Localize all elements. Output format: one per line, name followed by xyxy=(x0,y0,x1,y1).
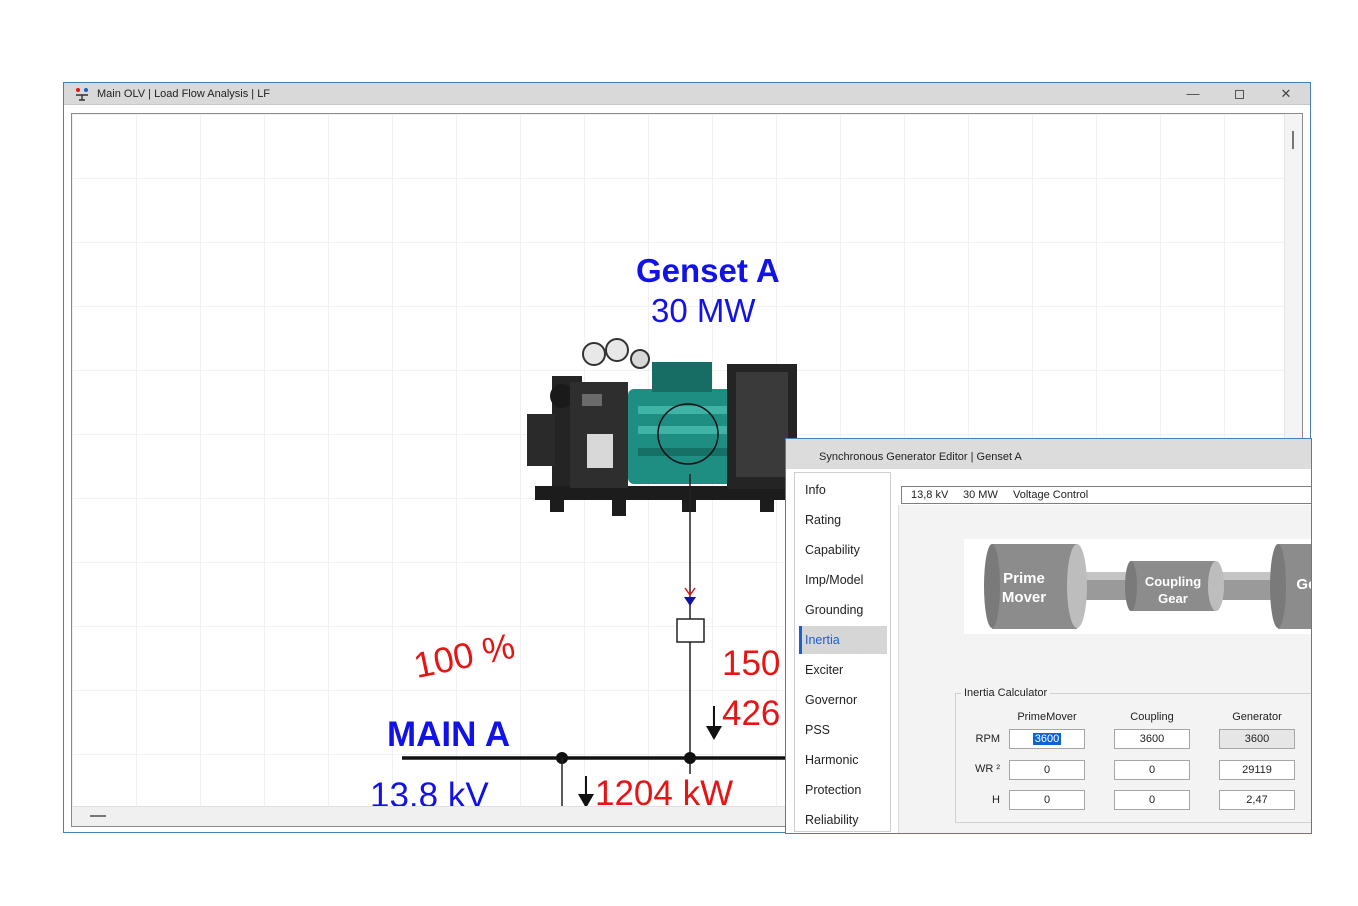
coupling-h-input[interactable]: 0 xyxy=(1114,790,1190,810)
nav-item-rating[interactable]: Rating xyxy=(799,506,887,534)
main-window-title: Main OLV | Load Flow Analysis | LF xyxy=(97,88,271,100)
nav-item-grounding[interactable]: Grounding xyxy=(799,596,887,624)
close-button[interactable]: ✕ xyxy=(1263,83,1309,105)
power-flow-value: 150 xyxy=(722,644,781,683)
coupling-wr2-input[interactable]: 0 xyxy=(1114,760,1190,780)
power-flow-value: 426 xyxy=(722,694,781,733)
editor-page-list: Info Rating Capability Imp/Model Grounding In… xyxy=(794,472,891,832)
bus-voltage-label: 13.8 kV xyxy=(370,776,489,808)
maximize-button[interactable] xyxy=(1216,83,1262,105)
info-control-mode: Voltage Control xyxy=(1013,489,1089,501)
coupling-label: Coupling Gear xyxy=(1144,574,1202,606)
desktop: Main OLV | Load Flow Analysis | LF — ✕ G… xyxy=(0,0,1358,906)
info-voltage: 13,8 kV xyxy=(911,489,949,501)
generator-breaker[interactable] xyxy=(676,618,705,643)
nav-item-capability[interactable]: Capability xyxy=(799,536,887,564)
generator-rpm-field: 3600 xyxy=(1219,729,1295,749)
main-title-bar[interactable]: Main OLV | Load Flow Analysis | LF — ✕ xyxy=(64,83,1310,105)
generator-wr2-input[interactable]: 29119 xyxy=(1219,760,1295,780)
prime-mover-rpm-input[interactable]: 3600 xyxy=(1009,729,1085,749)
scroll-thumb[interactable] xyxy=(1292,131,1294,149)
nav-item-governor[interactable]: Governor xyxy=(799,686,887,714)
genset-name-label[interactable]: Genset A xyxy=(636,252,780,290)
generator-editor-window: Synchronous Generator Editor | Genset A … xyxy=(785,438,1312,834)
prime-mover-h-input[interactable]: 0 xyxy=(1009,790,1085,810)
row-label-rpm: RPM xyxy=(975,733,1000,745)
nav-item-reliability[interactable]: Reliability xyxy=(799,806,887,833)
genset-rating-label: 30 MW xyxy=(651,292,756,329)
app-logo-icon xyxy=(76,88,88,101)
nav-item-protection[interactable]: Protection xyxy=(799,776,887,804)
info-power: 30 MW xyxy=(963,489,998,501)
inertia-calculator-legend: Inertia Calculator xyxy=(961,687,1051,699)
editor-title-bar[interactable]: Synchronous Generator Editor | Genset A xyxy=(786,439,1311,469)
editor-window-title: Synchronous Generator Editor | Genset A xyxy=(819,451,1022,463)
prime-mover-wr2-input[interactable]: 0 xyxy=(1009,760,1085,780)
scroll-thumb[interactable] xyxy=(90,815,106,817)
row-label-wr2: WR ² xyxy=(974,763,1000,775)
nav-item-harmonic[interactable]: Harmonic xyxy=(799,746,887,774)
coupling-rpm-input[interactable]: 3600 xyxy=(1114,729,1190,749)
nav-item-pss[interactable]: PSS xyxy=(799,716,887,744)
column-header-coupling: Coupling xyxy=(1130,711,1174,723)
generator-h-input[interactable]: 2,47 xyxy=(1219,790,1295,810)
column-header-generator: Generator xyxy=(1232,711,1282,723)
nav-item-exciter[interactable]: Exciter xyxy=(799,656,887,684)
genset-image[interactable] xyxy=(527,338,797,516)
minimize-button[interactable]: — xyxy=(1170,83,1216,105)
row-label-h: H xyxy=(992,794,1000,806)
generator-info-bar: 13,8 kV 30 MW Voltage Control xyxy=(901,486,1311,504)
nav-item-imp-model[interactable]: Imp/Model xyxy=(799,566,887,594)
nav-item-inertia[interactable]: Inertia xyxy=(799,626,887,654)
maximize-icon xyxy=(1234,90,1244,100)
nav-item-info[interactable]: Info xyxy=(799,476,887,504)
generator-label: Gen xyxy=(1296,576,1311,593)
bus-node xyxy=(684,752,696,764)
prime-mover-label: Prime Mover xyxy=(1001,570,1047,606)
bus-name-label[interactable]: MAIN A xyxy=(387,715,510,755)
feeder-power-label: 1204 kW xyxy=(595,774,734,808)
selected-value: 3600 xyxy=(1032,733,1062,745)
column-header-prime-mover: PrimeMover xyxy=(1017,711,1077,723)
